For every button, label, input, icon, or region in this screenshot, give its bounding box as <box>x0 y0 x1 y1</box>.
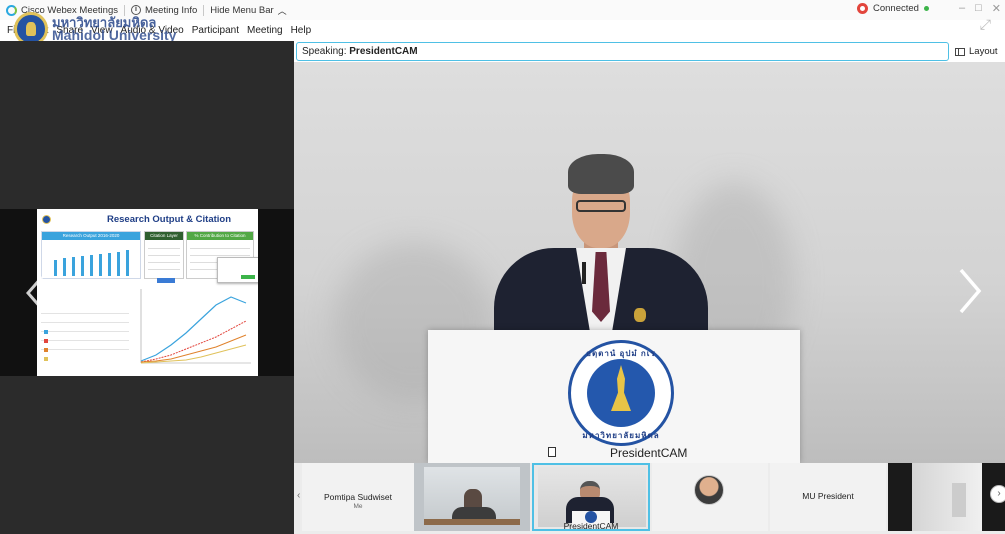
webex-logo-icon <box>6 4 17 16</box>
menu-bar: File Edit Share View Audio & Video Parti… <box>0 20 315 40</box>
slide-popup <box>217 257 258 283</box>
menu-audio-video[interactable]: Audio & Video <box>117 25 188 36</box>
layout-button[interactable]: Layout <box>955 43 998 60</box>
menu-meeting[interactable]: Meeting <box>243 25 287 36</box>
status-dot <box>923 6 929 11</box>
presenter-glasses <box>576 200 626 212</box>
menu-help[interactable]: Help <box>287 25 316 36</box>
research-output-header: Research Output 2016-2020 <box>42 232 140 240</box>
participant-tile[interactable]: MU President <box>770 463 886 531</box>
presentation-slide: Research Output & Citation Research Outp… <box>37 209 258 376</box>
menu-edit[interactable]: Edit <box>27 25 52 36</box>
trend-lines <box>140 289 251 364</box>
avatar <box>694 475 724 505</box>
info-icon: i <box>130 5 141 15</box>
participant-name: Pomtipa Sudwiset <box>323 492 393 502</box>
seal-university-name: มหาวิทยาลัยมหิดล <box>582 431 660 440</box>
active-speaker-bar: Speaking: PresidentCAM <box>296 42 949 61</box>
speaking-label: Speaking: <box>302 46 347 57</box>
app-title: Cisco Webex Meetings <box>0 0 124 20</box>
citation-layer-header: Citation Layer <box>145 232 183 240</box>
hide-menu-bar-button[interactable]: Hide Menu Bar ︿ <box>204 0 292 20</box>
connection-status-label: Connected <box>873 3 919 14</box>
presenter-hair <box>568 154 634 194</box>
meeting-info-button[interactable]: i Meeting Info <box>125 0 203 20</box>
participant-name: PresidentCAM <box>563 521 619 531</box>
chevron-right-icon[interactable]: › <box>990 485 1005 503</box>
camera-icon <box>548 447 556 457</box>
research-output-panel: Research Output 2016-2020 <box>41 231 141 279</box>
app-name: Cisco Webex Meetings <box>21 4 118 16</box>
participant-name: MU President <box>802 491 854 501</box>
chevron-right-icon[interactable] <box>955 266 985 316</box>
window-controls: – □ ✕ <box>959 2 1001 15</box>
menu-file[interactable]: File <box>3 25 27 36</box>
participant-video <box>424 467 520 525</box>
citation-layer-panel: Citation Layer <box>144 231 184 279</box>
participant-sub: Me <box>353 503 363 510</box>
chevron-up-icon: ︿ <box>277 5 287 16</box>
menu-share[interactable]: Share <box>52 25 87 36</box>
stage-participant-name: PresidentCAM <box>610 446 688 460</box>
popout-icon[interactable]: ⤢ <box>980 16 991 33</box>
slide-title: Research Output & Citation <box>107 213 232 225</box>
hide-menu-bar-label: Hide Menu Bar <box>210 4 274 16</box>
participant-tile[interactable]: Pomtipa Sudwiset Me <box>302 463 414 531</box>
record-icon <box>857 3 868 14</box>
layout-icon <box>955 47 965 56</box>
mahidol-logo-icon <box>42 214 51 224</box>
chevron-left-icon[interactable]: ‹ <box>297 490 300 501</box>
layout-label: Layout <box>969 46 998 57</box>
menu-participant[interactable]: Participant <box>188 25 243 36</box>
meeting-info-label: Meeting Info <box>144 4 198 16</box>
participant-video <box>912 463 982 531</box>
contribution-header: % Contribution to Citation <box>187 232 253 240</box>
menu-view[interactable]: View <box>87 25 117 36</box>
slide-popup-button <box>241 275 255 279</box>
minimize-icon[interactable]: – <box>959 2 965 15</box>
participant-tile[interactable] <box>652 463 768 531</box>
main-video-stage[interactable]: อตฺตานํ อุปมํ กเร มหาวิทยาลัยมหิดล Presi… <box>294 62 1005 463</box>
participant-tile-active[interactable]: PresidentCAM <box>532 463 650 531</box>
chevron-left-icon[interactable] <box>22 275 50 311</box>
citation-trend-chart <box>41 283 254 373</box>
title-bar: Cisco Webex Meetings i Meeting Info Hide… <box>0 0 1005 20</box>
participant-filmstrip: ‹ Pomtipa Sudwiset Me PresidentCAM MU Pr… <box>294 463 1005 534</box>
participant-video <box>538 467 646 527</box>
podium: อตฺตานํ อุปมํ กเร มหาวิทยาลัยมหิดล <box>428 330 800 463</box>
presenter-pin <box>634 308 646 322</box>
maximize-icon[interactable]: □ <box>975 2 982 15</box>
shared-content-pane: Research Output & Citation Research Outp… <box>0 41 294 534</box>
slide-button <box>157 278 175 283</box>
connection-status[interactable]: Connected <box>857 3 929 14</box>
microphone <box>582 262 586 284</box>
podium-seal: อตฺตานํ อุปมํ กเร มหาวิทยาลัยมหิดล <box>568 340 674 446</box>
close-icon[interactable]: ✕ <box>992 2 1001 15</box>
research-output-bars <box>52 244 136 276</box>
speaking-name: PresidentCAM <box>349 46 418 57</box>
participant-tile[interactable] <box>888 463 1005 531</box>
participant-tile[interactable] <box>414 463 530 531</box>
